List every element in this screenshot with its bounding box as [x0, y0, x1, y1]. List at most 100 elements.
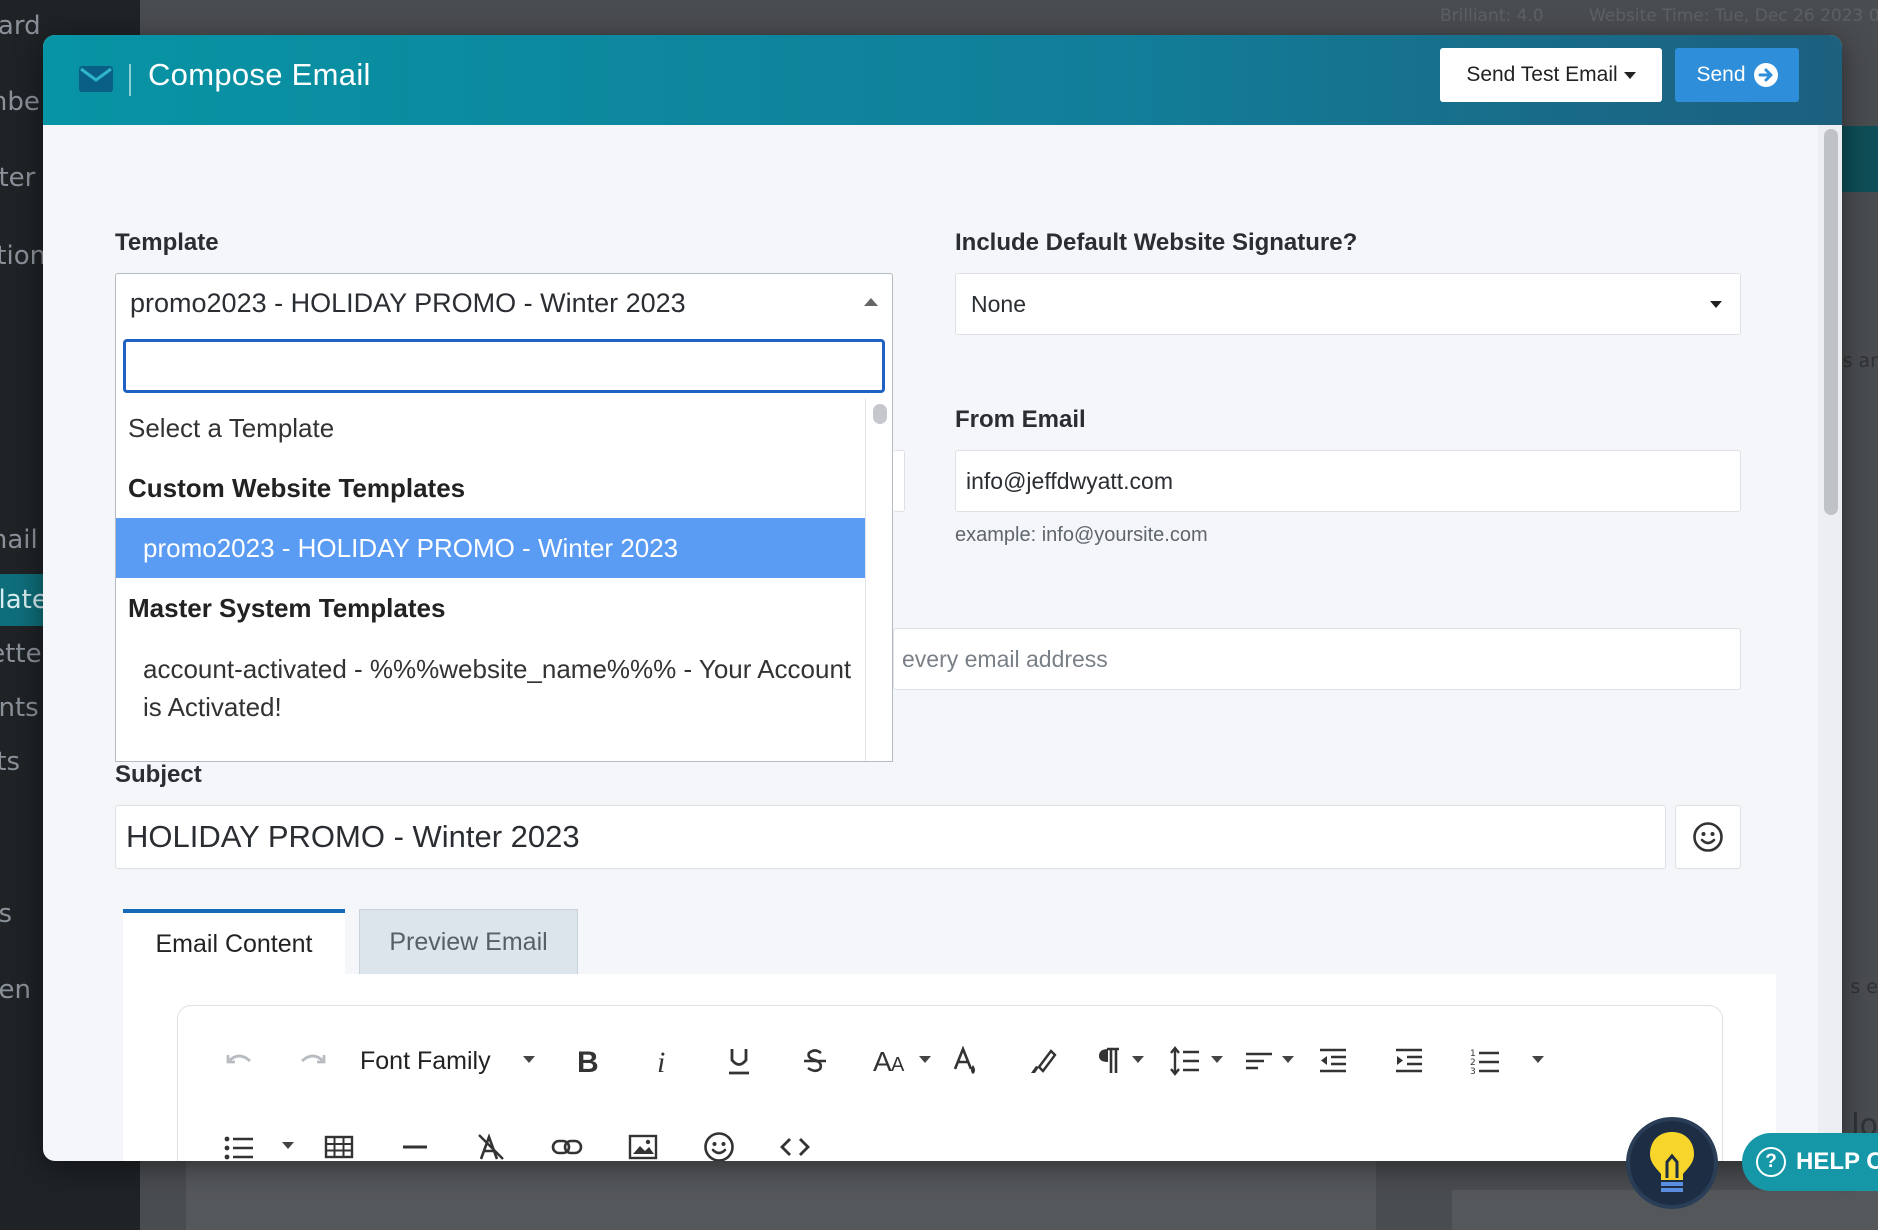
undo-button[interactable] — [214, 1036, 264, 1086]
rich-text-editor: Font Family B i AA 1 2 3 — [177, 1005, 1723, 1161]
chevron-down-icon[interactable] — [1532, 1056, 1544, 1063]
ordered-list-button[interactable]: 123 — [1460, 1036, 1510, 1086]
horizontal-line-button[interactable] — [390, 1122, 440, 1161]
clear-formatting-button[interactable] — [466, 1122, 516, 1161]
emoticons-button[interactable] — [694, 1122, 744, 1161]
background-top-info: Brilliant: 4.0 Website Time: Tue, Dec 26… — [1440, 6, 1878, 26]
code-icon — [780, 1138, 810, 1156]
arrow-right-circle-icon — [1753, 63, 1778, 87]
send-test-email-label: Send Test Email — [1466, 63, 1618, 86]
font-size-icon: AA — [873, 1046, 905, 1077]
help-center-button[interactable]: ? HELP C — [1742, 1133, 1878, 1191]
subject-label: Subject — [115, 761, 202, 788]
outdent-button[interactable] — [1308, 1036, 1358, 1086]
template-option-selected[interactable]: promo2023 - HOLIDAY PROMO - Winter 2023 — [116, 518, 865, 578]
modal-title: Compose Email — [148, 57, 371, 92]
signature-label: Include Default Website Signature? — [955, 229, 1358, 256]
modal-body: Template promo2023 - HOLIDAY PROMO - Win… — [43, 125, 1818, 1161]
dropdown-scroll-thumb[interactable] — [873, 404, 887, 424]
svg-text:B: B — [577, 1046, 599, 1077]
send-test-email-button[interactable]: Send Test Email — [1440, 48, 1662, 102]
dropdown-scrollbar[interactable] — [865, 398, 892, 761]
align-button[interactable] — [1234, 1036, 1284, 1086]
horizontal-line-icon — [403, 1145, 427, 1149]
align-left-icon — [1246, 1052, 1272, 1070]
chevron-down-icon[interactable] — [919, 1056, 931, 1063]
svg-text:A: A — [891, 1054, 905, 1076]
signature-value: None — [971, 290, 1026, 317]
question-icon: ? — [1756, 1147, 1786, 1177]
undo-icon — [226, 1054, 251, 1064]
clear-formatting-icon — [478, 1133, 504, 1160]
chevron-down-icon[interactable] — [1211, 1056, 1223, 1063]
text-color-button[interactable] — [940, 1036, 990, 1086]
redo-icon — [301, 1054, 326, 1064]
indent-icon — [1396, 1048, 1422, 1073]
chevron-down-icon — [1710, 300, 1722, 308]
italic-button[interactable]: i — [638, 1036, 688, 1086]
image-icon — [628, 1134, 658, 1160]
italic-icon: i — [657, 1046, 665, 1077]
obscured-input[interactable] — [893, 450, 905, 512]
link-icon — [551, 1139, 583, 1155]
code-view-button[interactable] — [770, 1122, 820, 1161]
underline-button[interactable] — [714, 1036, 764, 1086]
indent-button[interactable] — [1384, 1036, 1434, 1086]
compose-email-modal: Compose Email Send Test Email Send Templ… — [43, 35, 1842, 1161]
font-size-button[interactable]: AA — [864, 1036, 914, 1086]
ordered-list-icon: 123 — [1470, 1049, 1499, 1077]
font-family-dropdown[interactable]: Font Family — [360, 1036, 491, 1086]
chevron-down-icon[interactable] — [1282, 1056, 1294, 1063]
outdent-icon — [1320, 1048, 1346, 1073]
insert-link-button[interactable] — [542, 1122, 592, 1161]
template-option-placeholder[interactable]: Select a Template — [116, 398, 865, 458]
highlight-button[interactable] — [1018, 1036, 1068, 1086]
svg-text:A: A — [873, 1046, 892, 1077]
unordered-list-icon — [224, 1136, 253, 1160]
smiley-icon — [1693, 822, 1723, 852]
template-search-input[interactable] — [123, 339, 885, 393]
template-group-custom: Custom Website Templates — [128, 473, 466, 503]
line-height-icon — [1170, 1046, 1199, 1076]
send-button[interactable]: Send — [1675, 48, 1799, 102]
redo-button[interactable] — [288, 1036, 338, 1086]
chevron-down-icon — [1623, 71, 1636, 79]
font-family-label: Font Family — [360, 1046, 491, 1075]
strikethrough-button[interactable] — [790, 1036, 840, 1086]
subject-emoji-button[interactable] — [1675, 805, 1741, 869]
unordered-list-button[interactable] — [214, 1122, 264, 1161]
tab-email-content[interactable]: Email Content — [123, 909, 345, 975]
recipients-placeholder: every email address — [902, 645, 1108, 672]
svg-text:i: i — [657, 1046, 665, 1077]
subject-input[interactable]: HOLIDAY PROMO - Winter 2023 — [115, 805, 1666, 869]
lightbulb-widget[interactable] — [1626, 1117, 1718, 1209]
chevron-down-icon[interactable] — [282, 1142, 294, 1149]
underline-icon — [729, 1049, 749, 1075]
text-color-icon — [953, 1045, 975, 1074]
bg-right-snippet: s e — [1850, 976, 1878, 998]
template-select[interactable]: promo2023 - HOLIDAY PROMO - Winter 2023 — [115, 273, 893, 333]
modal-scroll-thumb[interactable] — [1824, 129, 1838, 515]
template-option[interactable]: account-activated - %%%website_name%%% -… — [116, 638, 865, 738]
chevron-down-icon[interactable] — [523, 1056, 535, 1063]
help-label: HELP C — [1796, 1148, 1878, 1175]
from-email-input[interactable]: info@jeffdwyatt.com — [955, 450, 1741, 512]
chevron-up-icon — [864, 298, 878, 306]
insert-table-button[interactable] — [314, 1122, 364, 1161]
signature-select[interactable]: None — [955, 273, 1741, 335]
template-options-list: Select a Template Custom Website Templat… — [116, 398, 865, 761]
recipients-input[interactable]: every email address — [893, 628, 1741, 690]
bold-button[interactable]: B — [562, 1036, 612, 1086]
tab-preview-email[interactable]: Preview Email — [359, 909, 578, 975]
template-dropdown: Select a Template Custom Website Templat… — [115, 332, 893, 762]
pilcrow-icon — [1099, 1047, 1119, 1073]
line-height-button[interactable] — [1160, 1036, 1210, 1086]
paragraph-format-button[interactable] — [1084, 1036, 1134, 1086]
template-selected-value: promo2023 - HOLIDAY PROMO - Winter 2023 — [130, 288, 686, 318]
bg-brilliant: Brilliant: 4.0 — [1440, 6, 1544, 26]
insert-image-button[interactable] — [618, 1122, 668, 1161]
modal-scrollbar[interactable] — [1818, 125, 1842, 1161]
strikethrough-icon — [804, 1049, 826, 1073]
chevron-down-icon[interactable] — [1132, 1056, 1144, 1063]
template-label: Template — [115, 229, 219, 256]
